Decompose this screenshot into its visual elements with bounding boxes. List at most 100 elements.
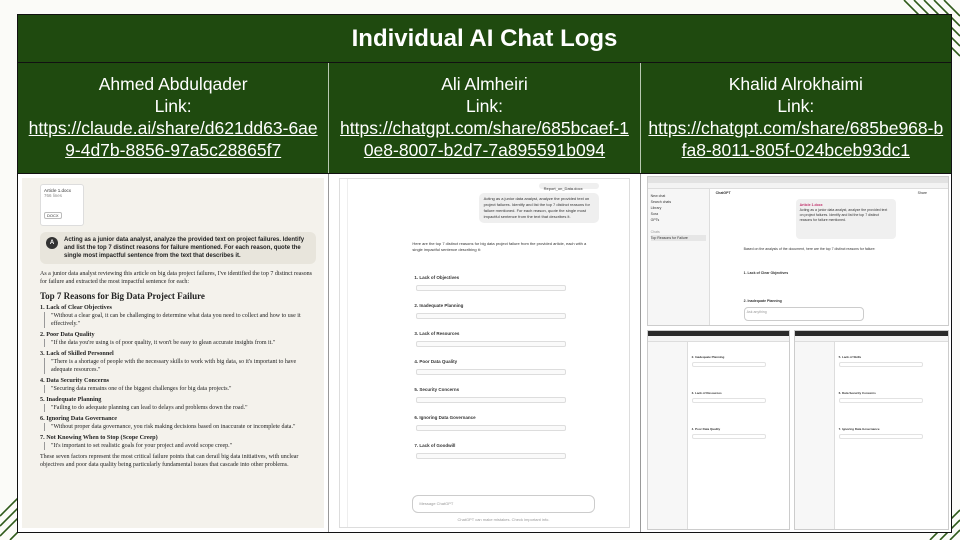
prompt-text: Acting as a junior data analyst, analyze… [64,237,305,259]
quote-block [416,453,567,459]
sidebar-item[interactable]: Top Reasons for Failure [650,235,706,241]
reason-title: 7. Not Knowing When to Stop (Scope Creep… [40,434,158,441]
quote-block [416,397,567,403]
reason-item: 2. Poor Data Quality "If the data you're … [40,331,316,347]
reason-title: 6. Ignoring Data Governance [40,415,117,422]
reason-quote: "It's important to set realistic goals f… [44,442,316,450]
user-prompt: A Acting as a junior data analyst, analy… [40,232,317,264]
section-heading: 6. Ignoring Data Governance [414,415,476,420]
quote-block [691,398,767,403]
chatgpt-screenshot-cell: Report_on_Data.docx Acting as a junior d… [329,174,641,532]
reason-quote: "If the data you're using is of poor qua… [44,339,316,347]
sidebar-item[interactable]: GPTs [651,217,706,223]
attachment-sub: 766 lines [44,193,63,198]
reason-item: 1. Lack of Clear Objectives "Without a cl… [40,304,316,328]
chat-sidebar [647,342,688,529]
user-message: Acting as a junior data analyst, analyze… [478,193,599,223]
member-name: Ali Almheiri [441,74,528,94]
chat-content: 2. Inadequate Planning 3. Lack of Resour… [691,345,785,525]
response-heading: Top 7 Reasons for Big Data Project Failu… [40,291,205,301]
file-chip: Report_on_Data.docx [538,183,599,191]
column-khalid: Khalid Alrokhaimi Link: https://chatgpt.… [641,63,951,173]
section-heading: 2. Inadequate Planning [691,355,725,359]
section-heading: 1. Lack of Clear Objectives [743,271,789,275]
link-label: Link: [777,96,815,116]
sidebar-rail [340,179,349,527]
section-heading: 4. Poor Data Quality [414,359,458,364]
composite-screenshot-cell: New chat Search chats Library Sora GPTs … [641,174,951,532]
assistant-response: As a junior data analyst reviewing this … [40,270,316,469]
reason-title: 5. Inadequate Planning [40,396,102,403]
chat-logs-table: Individual AI Chat Logs Ahmed Abdulqader… [17,14,952,533]
user-message-text: Acting as a junior data analyst, analyze… [799,208,888,222]
response-intro: As a junior data analyst reviewing this … [40,271,313,285]
claude-chat-screenshot: Article 1.docx 766 lines DOCX A Acting a… [22,178,325,528]
chat-sidebar [794,342,835,529]
chat-content: 5. Lack of Skills 6. Data Security Conce… [838,345,944,525]
file-chip-label: Report_on_Data.docx [543,186,583,191]
user-message: Article 1.docx Acting as a junior data a… [795,199,896,239]
slide-title: Individual AI Chat Logs [351,24,618,52]
quote-block [416,425,567,431]
reason-item: 6. Ignoring Data Governance "Without prop… [40,415,316,431]
chat-sidebar: New chat Search chats Library Sora GPTs … [647,189,710,325]
app-title: ChatGPT [715,191,731,195]
quote-block [416,341,567,347]
reason-quote: "Without a clear goal, it can be challen… [44,312,316,328]
reason-quote: "Failing to do adequate planning can lea… [44,404,316,412]
file-attachment: Article 1.docx 766 lines DOCX [40,184,84,226]
quote-block [691,362,767,367]
column-ali: Ali Almheiri Link: https://chatgpt.com/s… [329,63,641,173]
chat-link[interactable]: https://chatgpt.com/share/685be968-bfa8-… [641,117,951,161]
attachment-tag: DOCX [44,212,62,219]
quote-block [838,398,923,403]
column-ahmed: Ahmed Abdulqader Link: https://claude.ai… [18,63,330,173]
response-summary: These seven factors represent the most c… [40,454,299,468]
title-row: Individual AI Chat Logs [18,15,951,63]
section-heading: 2. Inadequate Planning [743,299,782,303]
section-heading: 3. Lack of Resources [691,391,722,395]
chat-link[interactable]: https://chatgpt.com/share/685bcaef-10e8-… [329,117,639,161]
screenshots-row: Article 1.docx 766 lines DOCX A Acting a… [18,174,951,532]
header-row: Ahmed Abdulqader Link: https://claude.ai… [18,63,951,174]
quote-block [416,369,567,375]
disclaimer: ChatGPT can make mistakes. Check importa… [457,517,550,522]
chatgpt-window-right: 5. Lack of Skills 6. Data Security Conce… [793,330,949,530]
section-heading: 1. Lack of Objectives [414,275,460,280]
reason-item: 4. Data Security Concerns "Securing data … [40,377,316,393]
input-placeholder: Message ChatGPT [419,501,454,506]
reason-item: 7. Not Knowing When to Stop (Scope Creep… [40,434,316,450]
chat-link[interactable]: https://claude.ai/share/d621dd63-6ae9-4d… [18,117,328,161]
reason-quote: "Securing data remains one of the bigges… [44,385,316,393]
section-heading: 5. Security Concerns [414,387,460,392]
quote-block [416,285,567,291]
quote-block [838,362,923,367]
section-heading: 7. Ignoring Data Governance [838,427,880,431]
chatgpt-chat-screenshot: Report_on_Data.docx Acting as a junior d… [339,178,630,528]
assistant-intro: Based on the analysis of the document, h… [743,247,876,251]
section-heading: 7. Lack of Goodwill [414,443,456,448]
section-heading: 3. Lack of Resources [414,331,460,336]
quote-block [691,434,767,439]
reason-title: 1. Lack of Clear Objectives [40,304,112,311]
member-name: Khalid Alrokhaimi [728,74,863,94]
section-heading: 6. Data Security Concerns [838,391,876,395]
assistant-intro: Here are the top 7 distinct reasons for … [412,241,587,252]
message-input[interactable]: Message ChatGPT [412,495,595,513]
link-label: Link: [466,96,503,116]
share-button[interactable]: Share [918,191,927,196]
ask-placeholder: Ask anything [746,310,767,314]
reason-quote: "There is a shortage of people with the … [44,358,316,374]
section-heading: 2. Inadequate Planning [414,303,464,308]
reason-item: 5. Inadequate Planning "Failing to do ade… [40,396,316,412]
link-label: Link: [154,96,192,116]
section-heading: 5. Lack of Skills [838,355,862,359]
ask-input[interactable]: Ask anything [743,307,864,321]
reason-quote: "Without proper data governance, you ris… [44,423,316,431]
quote-block [416,313,567,319]
user-message-text: Acting as a junior data analyst, analyze… [483,196,590,219]
quote-block [838,434,923,439]
member-name: Ahmed Abdulqader [98,74,248,94]
claude-screenshot-cell: Article 1.docx 766 lines DOCX A Acting a… [18,174,330,532]
user-avatar: A [46,237,58,249]
